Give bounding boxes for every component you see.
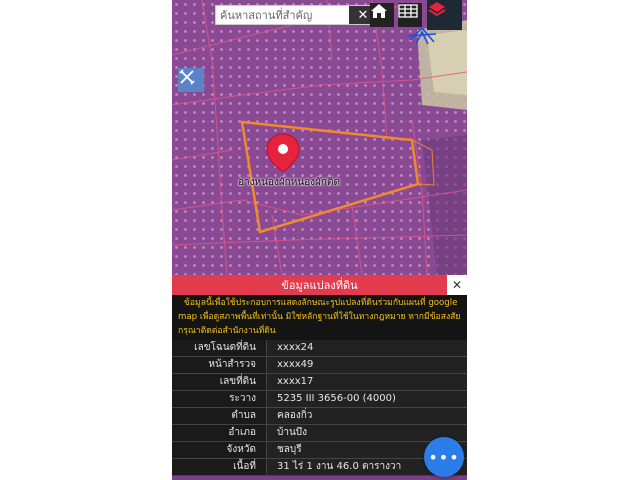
parcel-info-table: เลขโฉนดที่ดิน xxxx24 หน้าสำรวจ xxxx49 เล…: [172, 340, 467, 476]
row-value: 5235 III 3656-00 (4000): [267, 391, 467, 407]
map-view[interactable]: ✕: [172, 0, 467, 275]
measure-tool-button[interactable]: [178, 68, 204, 92]
table-row: เลขโฉนดที่ดิน xxxx24: [172, 340, 467, 357]
home-icon: [371, 4, 387, 18]
disclaimer-notice: ข้อมูลนี้เพื่อใช้ประกอบการแสดงลักษณะรูปแ…: [172, 295, 467, 340]
row-label: อำเภอ: [172, 425, 267, 441]
panel-title: ข้อมูลแปลงที่ดิน: [281, 279, 358, 292]
more-options-button[interactable]: •••: [424, 437, 464, 477]
layers-button[interactable]: [427, 0, 462, 30]
grid-icon: [398, 4, 418, 18]
table-row: หน้าสำรวจ xxxx49: [172, 357, 467, 374]
panel-header: ข้อมูลแปลงที่ดิน ✕: [172, 275, 467, 295]
place-label: อ่างหนองผักหนองผักติด: [238, 177, 340, 188]
row-label: เนื้อที่: [172, 459, 267, 475]
row-label: เลขที่ดิน: [172, 374, 267, 390]
search-box[interactable]: ✕: [215, 5, 378, 25]
row-value: xxxx49: [267, 357, 467, 373]
table-row: อำเภอ บ้านบึง: [172, 425, 467, 442]
table-row: เนื้อที่ 31 ไร่ 1 งาน 46.0 ตารางวา: [172, 459, 467, 476]
phone-screen: ✕: [172, 0, 467, 480]
measure-icon: [179, 69, 195, 85]
table-row: ระวาง 5235 III 3656-00 (4000): [172, 391, 467, 408]
more-dots-icon: •••: [428, 447, 460, 467]
close-panel-button[interactable]: ✕: [447, 275, 467, 295]
map-overlay: [172, 0, 467, 275]
search-input[interactable]: [216, 6, 352, 24]
map-pin-icon: [266, 133, 300, 173]
home-button[interactable]: [370, 3, 394, 27]
table-row: เลขที่ดิน xxxx17: [172, 374, 467, 391]
row-label: ระวาง: [172, 391, 267, 407]
grid-button[interactable]: [398, 3, 422, 27]
row-value: xxxx17: [267, 374, 467, 390]
row-value: คลองกิ่ว: [267, 408, 467, 424]
row-value: xxxx24: [267, 340, 467, 356]
table-row: จังหวัด ชลบุรี: [172, 442, 467, 459]
row-label: ตำบล: [172, 408, 267, 424]
table-row: ตำบล คลองกิ่ว: [172, 408, 467, 425]
row-label: หน้าสำรวจ: [172, 357, 267, 373]
row-label: จังหวัด: [172, 442, 267, 458]
layers-icon: [428, 2, 446, 17]
row-label: เลขโฉนดที่ดิน: [172, 340, 267, 356]
